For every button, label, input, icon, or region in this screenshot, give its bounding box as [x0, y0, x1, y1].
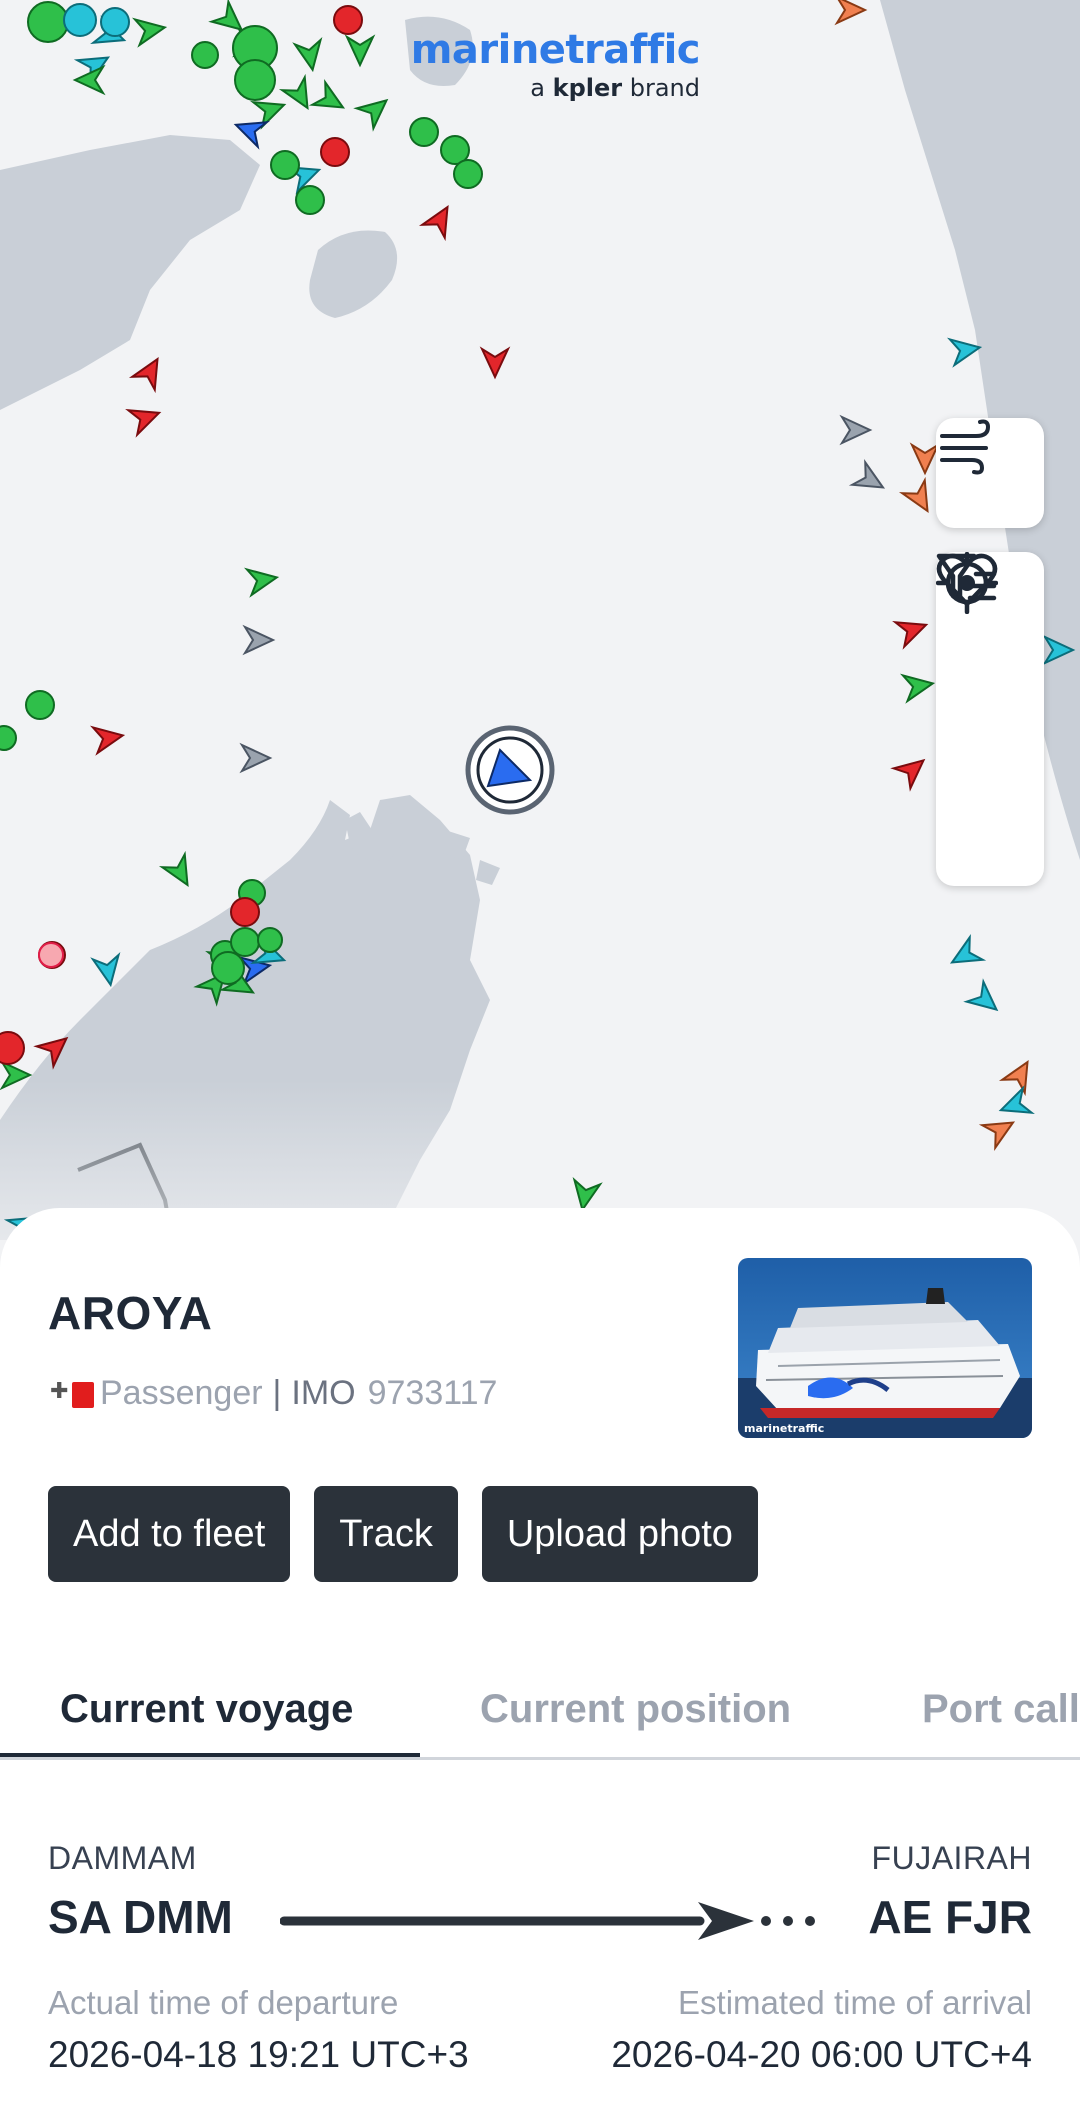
- vessel-marker[interactable]: [158, 850, 199, 891]
- crosshair-icon: [936, 552, 998, 614]
- vessel-marker[interactable]: [418, 201, 459, 242]
- vessel-marker[interactable]: [231, 113, 270, 150]
- vessel-marker[interactable]: [72, 64, 106, 96]
- vessel-marker[interactable]: [230, 897, 260, 927]
- vessel-marker[interactable]: [898, 476, 939, 517]
- arrival-city: FUJAIRAH: [871, 1840, 1032, 1876]
- vessel-name: AROYA: [48, 1287, 213, 1339]
- brand-subtitle: a kpler brand: [380, 74, 700, 102]
- vessel-marker[interactable]: [63, 3, 97, 37]
- arrival-time-label: Estimated time of arrival: [678, 1984, 1032, 2021]
- vessel-marker[interactable]: [278, 73, 319, 114]
- brand-sub-suffix: brand: [629, 74, 700, 102]
- imo-label: IMO: [291, 1374, 356, 1412]
- vessel-marker[interactable]: [453, 159, 483, 189]
- departure-port-code: SA DMM: [48, 1891, 233, 1943]
- vessel-photo[interactable]: marinetraffic: [738, 1258, 1032, 1438]
- vessel-marker[interactable]: [0, 725, 17, 751]
- vessel-marker[interactable]: [243, 565, 280, 598]
- imo-number: 9733117: [367, 1374, 498, 1412]
- map-tools-control: [936, 552, 1044, 886]
- vessel-marker[interactable]: [257, 927, 283, 953]
- vessel-marker[interactable]: [38, 942, 64, 968]
- vessel-type: Passenger: [100, 1374, 263, 1412]
- map-view[interactable]: marinetraffic a kpler brand: [0, 0, 1080, 1240]
- tab-current-voyage[interactable]: Current voyage: [60, 1658, 353, 1757]
- departure-time-label: Actual time of departure: [48, 1984, 399, 2021]
- vessel-marker[interactable]: [242, 624, 276, 656]
- vessel-marker[interactable]: [295, 185, 325, 215]
- vessel-marker[interactable]: [890, 750, 932, 792]
- departure-city: DAMMAM: [48, 1840, 197, 1876]
- vessel-marker[interactable]: [89, 723, 126, 756]
- brand-logo: marinetraffic a kpler brand: [380, 26, 701, 102]
- brand-name: marinetraffic: [410, 27, 701, 73]
- land-north-west: [0, 135, 260, 410]
- departure-time: 2026-04-18 19:21 UTC+3: [48, 2034, 469, 2075]
- land-island-small: [309, 230, 398, 318]
- vessel-marker[interactable]: [834, 0, 868, 26]
- detail-tabs: Current voyage Current position Port cal…: [0, 1658, 1080, 1760]
- vessel-marker[interactable]: [191, 41, 219, 69]
- add-to-fleet-button[interactable]: Add to fleet: [48, 1486, 291, 1582]
- vessel-marker[interactable]: [320, 137, 350, 167]
- vessel-marker[interactable]: [25, 690, 55, 720]
- active-tab-indicator: [0, 1753, 420, 1757]
- vessel-marker[interactable]: [239, 742, 273, 774]
- voyage-route: DAMMAM FUJAIRAH SA DMM AE FJR Actual tim…: [0, 1778, 1080, 2104]
- wind-button[interactable]: [936, 418, 1044, 528]
- flag-icon: ✚: [48, 1379, 94, 1408]
- vessel-marker[interactable]: [234, 59, 276, 101]
- arrival-time: 2026-04-20 06:00 UTC+4: [611, 2034, 1032, 2075]
- vessel-marker[interactable]: [211, 951, 245, 985]
- vessel-marker[interactable]: [963, 978, 1005, 1020]
- vessel-marker[interactable]: [909, 442, 941, 476]
- vessel-marker[interactable]: [100, 7, 130, 37]
- map-canvas[interactable]: [0, 0, 1080, 1240]
- meta-separator: |: [272, 1374, 282, 1412]
- upload-photo-button[interactable]: Upload photo: [481, 1486, 758, 1582]
- arrival-port-code: AE FJR: [868, 1891, 1032, 1943]
- vessel-marker[interactable]: [270, 150, 300, 180]
- vessel-marker[interactable]: [409, 117, 439, 147]
- vessel-marker[interactable]: [479, 346, 511, 380]
- vessel-marker[interactable]: [839, 414, 873, 446]
- vessel-marker[interactable]: [899, 671, 936, 704]
- vessel-marker[interactable]: [128, 353, 169, 394]
- tab-current-position[interactable]: Current position: [480, 1658, 791, 1757]
- locate-button[interactable]: [936, 552, 1044, 882]
- route-progress-line: [280, 1902, 815, 1940]
- wind-icon: [940, 419, 991, 475]
- vessel-photo-image: marinetraffic: [738, 1258, 1032, 1438]
- vessel-marker[interactable]: [125, 401, 163, 438]
- vessel-marker[interactable]: [946, 933, 987, 974]
- vessel-marker[interactable]: [230, 927, 260, 957]
- action-buttons: Add to fleet Track Upload photo: [48, 1486, 758, 1582]
- vessel-marker[interactable]: [292, 36, 325, 73]
- vessel-marker[interactable]: [27, 1, 69, 43]
- vessel-marker[interactable]: [848, 458, 889, 499]
- tab-port-calls[interactable]: Port calls: [922, 1658, 1080, 1757]
- track-button[interactable]: Track: [314, 1486, 458, 1582]
- vessel-marker[interactable]: [308, 78, 349, 119]
- vessel-marker[interactable]: [344, 34, 376, 68]
- vessel-marker[interactable]: [131, 15, 168, 48]
- vessel-marker[interactable]: [333, 5, 363, 35]
- filter-button[interactable]: [936, 553, 1044, 772]
- brand-sub-bold: kpler: [552, 74, 623, 102]
- brand-sub-prefix: a: [530, 74, 545, 102]
- vessel-marker[interactable]: [892, 613, 930, 650]
- vessel-marker[interactable]: [0, 1031, 25, 1065]
- photo-watermark: marinetraffic: [744, 1422, 824, 1435]
- wind-layer-control: [936, 418, 1044, 528]
- vessel-detail-sheet: AROYA ✚ Passenger | IMO 9733117 marinetr…: [0, 1208, 1080, 2104]
- selected-vessel-marker[interactable]: [465, 725, 555, 815]
- vessel-meta: ✚ Passenger | IMO 9733117: [48, 1374, 497, 1413]
